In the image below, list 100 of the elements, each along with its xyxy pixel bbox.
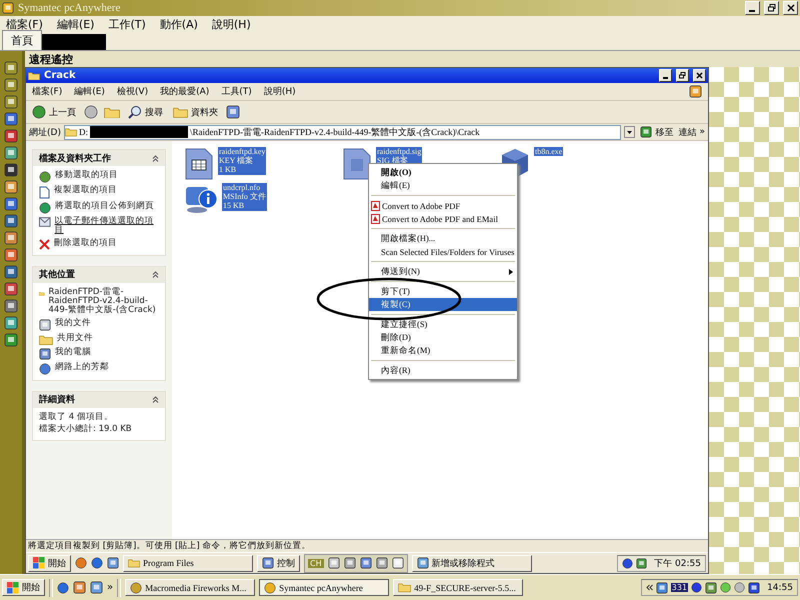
minimize-button[interactable] <box>745 1 760 15</box>
clock: 14:55 <box>767 582 793 592</box>
task-link[interactable]: 刪除選取的項目 <box>54 238 117 248</box>
taskbar-button[interactable]: 新增或移除程式 <box>412 554 532 572</box>
close-button[interactable] <box>693 69 706 82</box>
menu-item[interactable]: 檔案(F) <box>32 85 62 98</box>
more-chevron[interactable]: » <box>107 582 114 593</box>
envelope-icon <box>39 217 51 227</box>
links-label[interactable]: 連結 <box>678 126 696 138</box>
pdf-icon <box>371 200 380 210</box>
menu-item[interactable]: 工作(T) <box>108 16 146 32</box>
file-label[interactable]: tb8n.exe <box>534 147 564 156</box>
folder-icon <box>128 558 140 568</box>
tab[interactable]: 首頁 <box>2 30 42 50</box>
task-link[interactable]: 以電子郵件傳送選取的項目 <box>54 217 159 236</box>
tool-icon <box>4 248 18 262</box>
task-link[interactable]: 共用文件 <box>57 334 93 344</box>
menu-item[interactable]: 檔案(F) <box>6 16 43 32</box>
folder-icon <box>39 334 53 345</box>
tray-icon <box>705 582 718 594</box>
tool-icon <box>4 214 18 228</box>
task-link[interactable]: 移動選取的項目 <box>55 171 118 180</box>
restore-icon <box>679 72 686 79</box>
go-button[interactable]: 移至 <box>638 124 676 140</box>
menu-item[interactable]: 說明(H) <box>264 85 296 98</box>
tool-icon <box>4 180 18 194</box>
task-link[interactable]: 我的文件 <box>55 318 91 328</box>
task-link[interactable]: 我的電腦 <box>55 348 91 358</box>
task-link[interactable]: 網路上的芳鄰 <box>55 362 109 372</box>
menu-item[interactable]: 剪下(T) <box>369 285 517 298</box>
delete-icon <box>39 238 50 250</box>
menu-item[interactable]: 內容(R) <box>369 364 517 377</box>
menu-item[interactable]: 編輯(E) <box>74 85 105 98</box>
tool-icon <box>4 129 18 143</box>
tool-icon <box>4 333 18 347</box>
pdf-icon <box>371 214 380 224</box>
menu-item[interactable]: 我的最愛(A) <box>160 85 210 98</box>
search-button[interactable]: 搜尋 <box>126 104 165 120</box>
file-label[interactable]: raidenftpd.key KEY 檔案 1 KB <box>218 147 266 175</box>
menu-item[interactable]: 傳送到(N) <box>369 265 517 278</box>
menu-item[interactable]: Scan Selected Files/Folders for Viruses <box>369 245 517 258</box>
folders-button[interactable]: 資料夾 <box>171 104 220 120</box>
menu-item[interactable]: Convert to Adobe PDF <box>369 199 517 212</box>
app-icon <box>107 557 119 569</box>
start-button[interactable]: 開始 <box>2 579 45 596</box>
menu-item[interactable]: 工具(T) <box>221 85 252 98</box>
menu-item[interactable]: 開啟檔案(H)... <box>369 232 517 245</box>
taskbar-button[interactable]: Program Files <box>123 554 253 572</box>
collapse-icon[interactable] <box>152 154 159 162</box>
start-button[interactable]: 開始 <box>28 554 71 572</box>
task-link[interactable]: RaidenFTPD-雷電-RaidenFTPD-v2.4-build-449-繁體中文版-(含Crack) <box>48 288 159 316</box>
menu-item[interactable]: Convert to Adobe PDF and EMail <box>369 212 517 225</box>
collapse-icon[interactable] <box>152 396 159 404</box>
minimize-button[interactable] <box>659 69 672 82</box>
taskbar-button[interactable]: Symantec pcAnywhere <box>259 579 390 596</box>
task-link[interactable]: 將選取的項目公佈到網頁 <box>55 202 154 212</box>
task-link[interactable]: 複製選取的項目 <box>54 186 117 196</box>
restore-button[interactable] <box>676 69 689 82</box>
menu-item[interactable]: 檢視(V) <box>116 85 148 98</box>
menu-item[interactable]: 動作(A) <box>160 16 198 32</box>
more-chevron[interactable]: » <box>699 127 705 137</box>
restore-button[interactable] <box>764 1 779 15</box>
close-button[interactable] <box>783 1 798 15</box>
folder-icon <box>64 127 77 137</box>
taskbar-button[interactable]: Macromedia Fireworks M... <box>125 579 256 596</box>
up-folder-icon <box>104 106 120 118</box>
window-title: Symantec pcAnywhere <box>18 2 122 14</box>
menu-item[interactable]: 說明(H) <box>212 16 251 32</box>
menu-item[interactable]: 開啟(O) <box>369 166 517 179</box>
menu-item[interactable]: 建立捷徑(S) <box>369 318 517 331</box>
chevron-icon[interactable] <box>646 584 653 591</box>
menu-item[interactable]: 複製(C) <box>369 298 517 311</box>
document-icon <box>342 147 372 181</box>
tool-icon <box>4 316 18 330</box>
menu-item[interactable]: 編輯(E) <box>369 179 517 192</box>
menu-item[interactable]: 編輯(E) <box>56 16 94 32</box>
app-icon <box>2 2 14 14</box>
detail-text: 檔案大小總計: 19.0 KB <box>39 425 132 435</box>
taskbar-button[interactable]: 49-F_SECURE-server-5.5... <box>393 579 524 596</box>
tool-icon <box>4 299 18 313</box>
dropdown-icon[interactable] <box>624 126 636 138</box>
menu-item[interactable]: 刪除(D) <box>369 331 517 344</box>
collapse-icon[interactable] <box>152 271 159 278</box>
folder-icon <box>173 106 188 118</box>
language-indicator[interactable]: CH <box>308 558 324 568</box>
panel-heading: 其他位置 <box>39 268 75 282</box>
taskbar-button[interactable]: 控制 <box>257 554 300 572</box>
tray-icon <box>636 558 648 568</box>
menu-item[interactable]: 重新命名(M) <box>369 344 517 357</box>
panel-heading: 檔案及資料夾工作 <box>39 152 111 164</box>
detail-text: 選取了 4 個項目。 <box>39 412 113 422</box>
app-icon <box>90 581 103 594</box>
address-field[interactable]: D: \RaidenFTPD-雷電-RaidenFTPD-v2.4-build-449-繁體中文版-(含Crack)\Crack <box>64 124 622 140</box>
tool-icon <box>4 197 18 211</box>
tool-icon <box>4 112 18 126</box>
back-button[interactable]: 上一頁 <box>30 104 78 120</box>
tray-badge: 331 <box>670 583 688 592</box>
tray-icon <box>734 582 746 593</box>
file-label[interactable]: undcrpl.nfo MSInfo 文件 15 KB <box>222 183 267 211</box>
status-bar: 將選定項目複製到 [剪貼簿]。可使用 [貼上] 命令，將它們放到新位置。 <box>26 539 708 552</box>
